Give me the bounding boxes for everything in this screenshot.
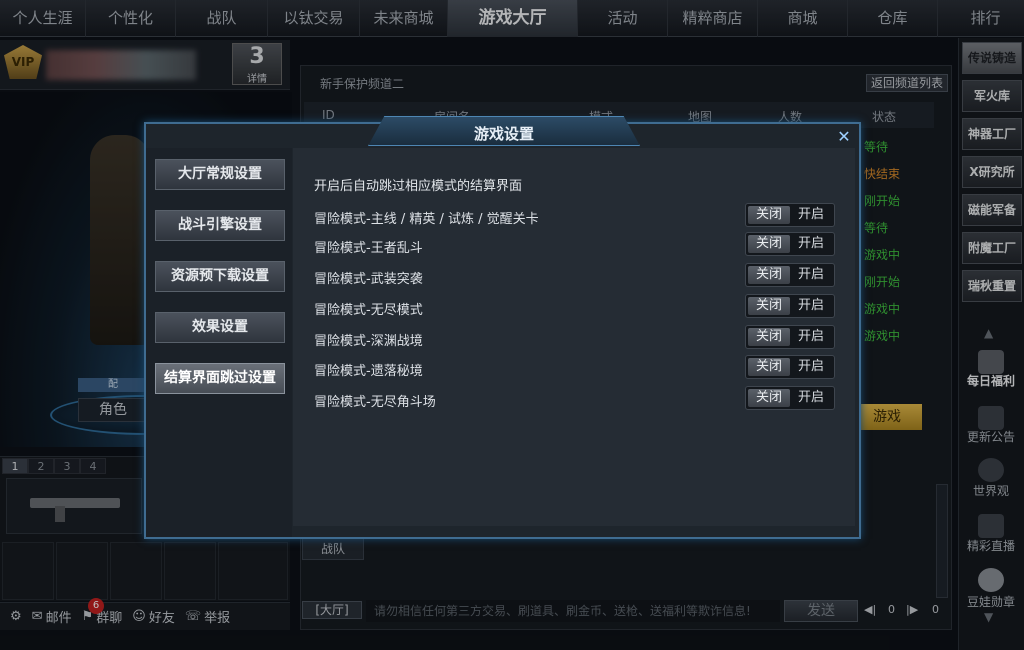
toggle-on-option[interactable]: 开启 [790,328,832,346]
setting-label: 冒险模式-遗落秘境 [314,364,423,379]
setting-label: 冒险模式-主线 / 精英 / 试炼 / 觉醒关卡 [314,212,539,227]
setting-label: 冒险模式-武装突袭 [314,272,423,287]
skip-toggle[interactable]: 关闭 开启 [745,263,835,287]
close-icon[interactable]: ✕ [836,129,852,145]
toggle-on-option[interactable]: 开启 [790,206,832,224]
setting-label: 冒险模式-王者乱斗 [314,241,423,256]
skip-toggle[interactable]: 关闭 开启 [745,232,835,256]
toggle-off-option[interactable]: 关闭 [748,358,790,376]
skip-toggle[interactable]: 关闭 开启 [745,386,835,410]
toggle-on-option[interactable]: 开启 [790,297,832,315]
setting-label: 冒险模式-无尽角斗场 [314,395,436,410]
nav-lobby-general[interactable]: 大厅常规设置 [155,159,285,190]
skip-toggle[interactable]: 关闭 开启 [745,325,835,349]
skip-toggle[interactable]: 关闭 开启 [745,355,835,379]
dialog-title: 游戏设置 [473,125,534,143]
nav-effects[interactable]: 效果设置 [155,312,285,343]
toggle-on-option[interactable]: 开启 [790,358,832,376]
nav-resource-predownload[interactable]: 资源预下载设置 [155,261,285,292]
toggle-off-option[interactable]: 关闭 [748,297,790,315]
settings-intro-text: 开启后自动跳过相应模式的结算界面 [314,179,523,194]
toggle-off-option[interactable]: 关闭 [748,206,790,224]
toggle-off-option[interactable]: 关闭 [748,266,790,284]
nav-settlement-skip[interactable]: 结算界面跳过设置 [155,363,285,394]
skip-toggle[interactable]: 关闭 开启 [745,294,835,318]
setting-label: 冒险模式-深渊战境 [314,334,423,349]
toggle-on-option[interactable]: 开启 [790,389,832,407]
toggle-off-option[interactable]: 关闭 [748,328,790,346]
toggle-on-option[interactable]: 开启 [790,235,832,253]
toggle-off-option[interactable]: 关闭 [748,235,790,253]
nav-combat-engine[interactable]: 战斗引擎设置 [155,210,285,241]
toggle-off-option[interactable]: 关闭 [748,389,790,407]
toggle-on-option[interactable]: 开启 [790,266,832,284]
skip-toggle[interactable]: 关闭 开启 [745,203,835,227]
setting-label: 冒险模式-无尽模式 [314,303,423,318]
